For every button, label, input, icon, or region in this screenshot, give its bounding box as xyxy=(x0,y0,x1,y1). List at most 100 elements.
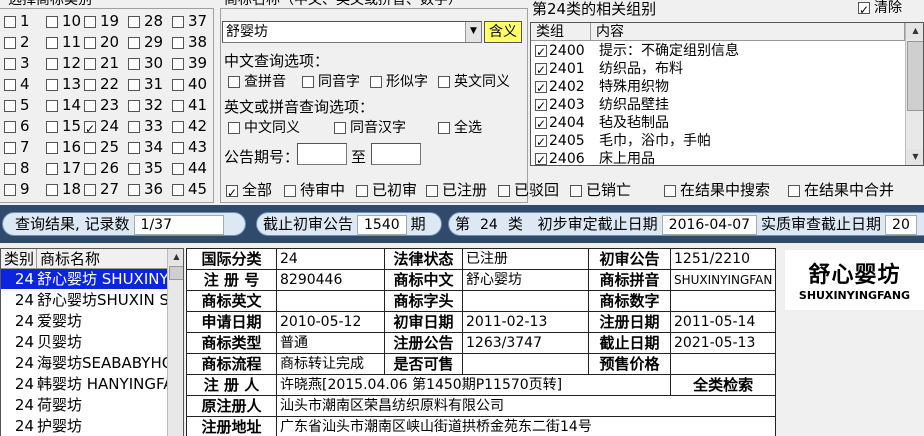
class-checkbox-27[interactable]: 27 xyxy=(84,179,119,199)
class-checkbox-9[interactable]: 9 xyxy=(4,179,30,199)
checkbox[interactable] xyxy=(4,120,16,133)
checkbox[interactable] xyxy=(535,115,547,133)
class-checkbox-26[interactable]: 26 xyxy=(84,158,119,178)
class-checkbox-32[interactable]: 32 xyxy=(128,95,163,115)
class-checkbox-19[interactable]: 19 xyxy=(84,11,119,31)
checkbox[interactable] xyxy=(84,141,96,154)
checkbox[interactable] xyxy=(228,122,240,134)
checkbox[interactable] xyxy=(84,57,96,70)
checkbox[interactable] xyxy=(84,78,96,91)
class-checkbox-17[interactable]: 17 xyxy=(46,158,81,178)
col-name-header[interactable]: 商标名称 xyxy=(37,249,169,269)
status-filter[interactable]: 已销亡 xyxy=(570,180,631,200)
table-row[interactable]: 24 护婴坊 xyxy=(1,416,167,436)
class-checkbox-23[interactable]: 23 xyxy=(84,95,119,115)
checkbox[interactable] xyxy=(172,57,184,70)
scroll-up-icon[interactable]: ▲ xyxy=(906,23,923,39)
class-checkbox-40[interactable]: 40 xyxy=(172,74,207,94)
cn-option-english[interactable]: 英文同义 xyxy=(438,72,510,92)
class-checkbox-7[interactable]: 7 xyxy=(4,137,30,157)
value-flow[interactable]: 商标转让完成 xyxy=(276,353,385,375)
scroll-up-icon[interactable]: ▲ xyxy=(168,249,183,265)
checkbox[interactable] xyxy=(128,15,140,28)
related-row[interactable]: 2400 提示：不确定组别信息 xyxy=(535,42,739,61)
checkbox[interactable] xyxy=(128,57,140,70)
related-row[interactable]: 2406 床上用品 xyxy=(535,150,655,165)
table-row[interactable]: 24 爱婴坊 xyxy=(1,311,167,331)
related-scrollbar[interactable]: ▲ ▼ xyxy=(905,23,923,165)
checkbox[interactable] xyxy=(128,78,140,91)
checkbox[interactable] xyxy=(46,99,58,112)
search-in-results[interactable]: 在结果中搜索 xyxy=(664,180,770,200)
class-checkbox-39[interactable]: 39 xyxy=(172,53,207,73)
class-checkbox-31[interactable]: 31 xyxy=(128,74,163,94)
scroll-thumb[interactable] xyxy=(169,266,183,280)
full-class-search-button[interactable]: 全类检索 xyxy=(669,374,777,396)
trademark-name-combobox[interactable]: 舒婴坊 ▼ xyxy=(222,21,482,43)
table-row[interactable]: 24 贝婴坊 xyxy=(1,332,167,352)
col-content-header[interactable]: 内容 xyxy=(591,23,905,41)
checkbox[interactable] xyxy=(172,120,184,133)
related-row[interactable]: 2401 纺织品，布料 xyxy=(535,60,683,79)
checkbox[interactable] xyxy=(172,183,184,196)
checkbox[interactable] xyxy=(172,78,184,91)
en-option-chinese[interactable]: 中文同义 xyxy=(228,118,300,138)
class-checkbox-3[interactable]: 3 xyxy=(4,53,30,73)
checkbox[interactable] xyxy=(46,162,58,175)
checkbox[interactable] xyxy=(4,99,16,112)
status-filter[interactable]: 全部 xyxy=(226,180,272,203)
checkbox[interactable] xyxy=(535,97,547,115)
table-row[interactable]: 24 舒心婴坊SHUXIN S xyxy=(1,290,167,310)
checkbox[interactable] xyxy=(128,162,140,175)
scroll-thumb[interactable] xyxy=(907,41,923,111)
class-checkbox-16[interactable]: 16 xyxy=(46,137,81,157)
class-checkbox-36[interactable]: 36 xyxy=(128,179,163,199)
class-checkbox-30[interactable]: 30 xyxy=(128,53,163,73)
related-row[interactable]: 2404 毡及毡制品 xyxy=(535,114,669,133)
class-checkbox-18[interactable]: 18 xyxy=(46,179,81,199)
checkbox[interactable] xyxy=(356,184,368,197)
checkbox[interactable] xyxy=(788,184,800,197)
class-checkbox-10[interactable]: 10 xyxy=(46,11,81,31)
checkbox[interactable] xyxy=(128,99,140,112)
class-checkbox-12[interactable]: 12 xyxy=(46,53,81,73)
checkbox[interactable] xyxy=(128,141,140,154)
clear-checkbox[interactable]: 清除 xyxy=(858,0,902,20)
checkbox[interactable] xyxy=(4,78,16,91)
checkbox[interactable] xyxy=(334,122,346,134)
merge-in-results[interactable]: 在结果中合并 xyxy=(788,180,894,200)
checkbox[interactable] xyxy=(370,76,382,88)
scroll-down-icon[interactable]: ▼ xyxy=(906,149,923,165)
class-checkbox-42[interactable]: 42 xyxy=(172,116,207,136)
checkbox[interactable] xyxy=(535,133,547,151)
checkbox[interactable] xyxy=(172,15,184,28)
class-checkbox-8[interactable]: 8 xyxy=(4,158,30,178)
checkbox[interactable] xyxy=(84,119,96,139)
checkbox[interactable] xyxy=(4,141,16,154)
result-scrollbar[interactable]: ▲ xyxy=(167,249,183,436)
class-checkbox-1[interactable]: 1 xyxy=(4,11,30,31)
class-checkbox-33[interactable]: 33 xyxy=(128,116,163,136)
status-filter[interactable]: 已初审 xyxy=(356,180,417,200)
checkbox[interactable] xyxy=(4,15,16,28)
class-checkbox-37[interactable]: 37 xyxy=(172,11,207,31)
checkbox[interactable] xyxy=(84,36,96,49)
checkbox[interactable] xyxy=(284,184,296,197)
class-checkbox-22[interactable]: 22 xyxy=(84,74,119,94)
checkbox[interactable] xyxy=(84,99,96,112)
checkbox[interactable] xyxy=(46,57,58,70)
class-checkbox-13[interactable]: 13 xyxy=(46,74,81,94)
checkbox[interactable] xyxy=(535,151,547,165)
meaning-match-button[interactable]: 含义 xyxy=(484,21,522,43)
class-checkbox-15[interactable]: 15 xyxy=(46,116,81,136)
checkbox[interactable] xyxy=(84,15,96,28)
status-filter[interactable]: 已注册 xyxy=(426,180,487,200)
chevron-down-icon[interactable]: ▼ xyxy=(465,22,481,42)
checkbox[interactable] xyxy=(858,0,870,20)
class-checkbox-29[interactable]: 29 xyxy=(128,32,163,52)
class-checkbox-21[interactable]: 21 xyxy=(84,53,119,73)
col-class-header[interactable]: 类别 xyxy=(1,249,37,269)
table-row[interactable]: 24 舒心婴坊 SHUXINY xyxy=(1,269,167,289)
checkbox[interactable] xyxy=(172,36,184,49)
class-checkbox-35[interactable]: 35 xyxy=(128,158,163,178)
